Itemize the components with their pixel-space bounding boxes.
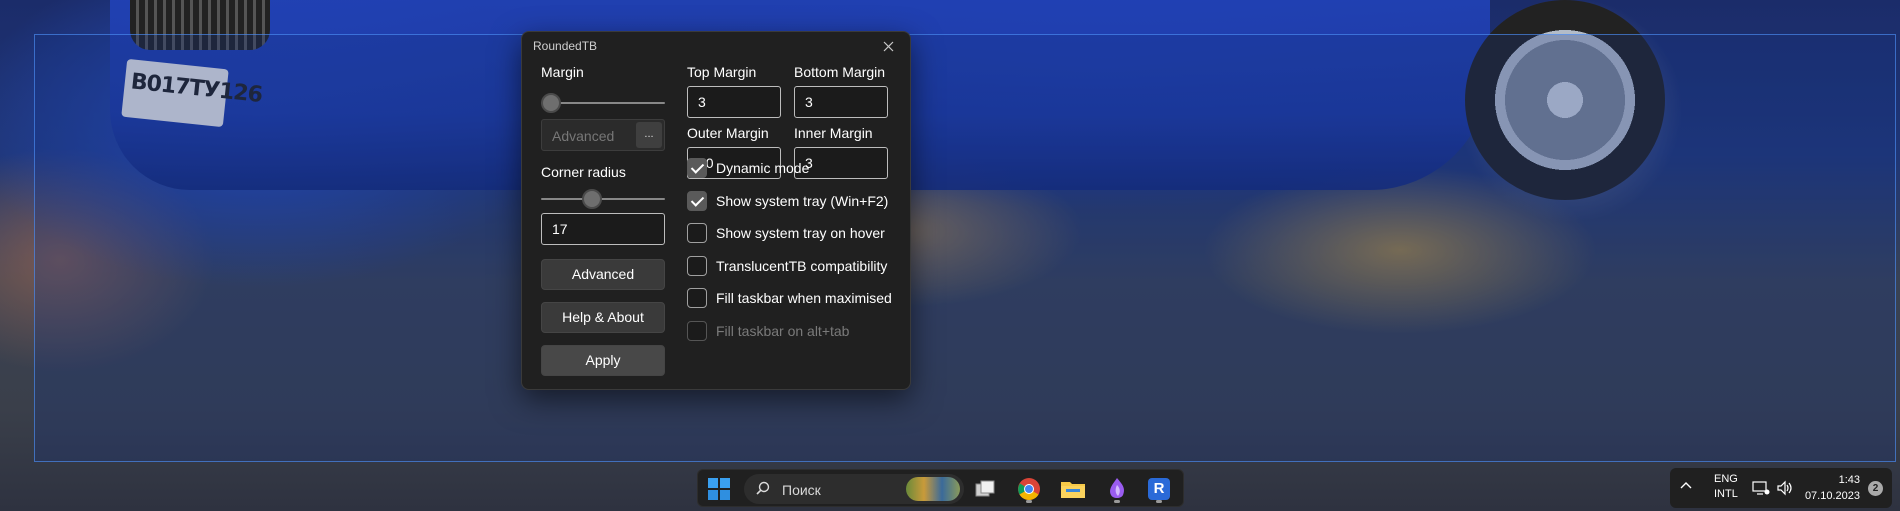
top-margin-label: Top Margin	[687, 64, 757, 80]
bottom-margin-input[interactable]: 3	[794, 86, 888, 118]
option-checkbox	[687, 321, 707, 341]
start-icon	[708, 478, 730, 500]
option-label: Fill taskbar when maximised	[716, 290, 892, 306]
bottom-margin-label: Bottom Margin	[794, 64, 886, 80]
advanced-margin-field: Advanced ...	[541, 119, 665, 151]
option-checkbox[interactable]	[687, 223, 707, 243]
dialog-title: RoundedTB	[533, 39, 598, 53]
option-checkbox[interactable]	[687, 191, 707, 211]
advanced-button[interactable]: Advanced	[541, 259, 665, 290]
taskbar-roundedtb[interactable]: R	[1144, 474, 1174, 504]
corner-radius-label: Corner radius	[541, 164, 626, 180]
close-icon	[883, 41, 893, 51]
option-checkbox[interactable]	[687, 288, 707, 308]
notification-badge[interactable]: 2	[1868, 481, 1883, 496]
running-indicator	[1026, 500, 1032, 503]
roundedtb-icon: R	[1148, 478, 1170, 500]
close-button[interactable]	[874, 34, 902, 58]
top-margin-input[interactable]: 3	[687, 86, 781, 118]
inner-margin-label: Inner Margin	[794, 125, 873, 141]
option-checkbox[interactable]	[687, 256, 707, 276]
corner-radius-input[interactable]: 17	[541, 213, 665, 245]
taskbar: Поиск R	[697, 469, 1184, 507]
slider-thumb[interactable]	[541, 93, 561, 113]
corner-radius-slider[interactable]	[541, 189, 665, 209]
slider-thumb[interactable]	[581, 189, 602, 209]
clock-date: 07.10.2023	[1804, 490, 1860, 502]
task-view-icon	[975, 480, 995, 497]
clock-time: 1:43	[1838, 474, 1860, 486]
option-label: Show system tray on hover	[716, 225, 885, 241]
clock[interactable]: 1:43 07.10.2023	[1802, 472, 1860, 504]
language-line2: INTL	[1714, 488, 1738, 500]
slider-track	[541, 198, 665, 200]
running-indicator	[1156, 500, 1162, 503]
purple-app-icon	[1110, 478, 1125, 498]
chrome-icon	[1018, 478, 1040, 500]
option-label: TranslucentTB compatibility	[716, 258, 888, 274]
roundedtb-dialog: RoundedTB Margin Advanced ... Corner rad…	[521, 31, 911, 390]
chevron-up-icon[interactable]	[1680, 480, 1692, 492]
option-label: Fill taskbar on alt+tab	[716, 323, 850, 339]
option-label: Show system tray (Win+F2)	[716, 193, 889, 209]
task-view-button[interactable]	[970, 474, 1000, 504]
system-tray: ENG INTL 1:43 07.10.2023 2	[1670, 468, 1892, 508]
running-indicator	[1114, 500, 1120, 503]
taskbar-preview-overlay	[34, 34, 1896, 462]
taskbar-file-explorer[interactable]	[1058, 474, 1088, 504]
option-checkbox[interactable]	[687, 158, 707, 178]
dialog-titlebar[interactable]: RoundedTB	[522, 32, 910, 60]
outer-margin-label: Outer Margin	[687, 125, 769, 141]
volume-icon[interactable]	[1776, 480, 1794, 496]
file-explorer-icon	[1061, 482, 1085, 498]
taskbar-purple-app[interactable]	[1102, 474, 1132, 504]
advanced-margin-dots-button[interactable]: ...	[636, 122, 662, 148]
language-indicator[interactable]: ENG INTL	[1714, 472, 1738, 502]
language-line1: ENG	[1714, 473, 1738, 485]
taskbar-chrome[interactable]	[1014, 474, 1044, 504]
margin-label: Margin	[541, 64, 584, 80]
search-placeholder: Поиск	[782, 482, 821, 498]
start-button[interactable]	[704, 474, 734, 504]
margin-slider[interactable]	[541, 93, 665, 113]
option-label: Dynamic mode	[716, 160, 810, 176]
search-highlight-image	[906, 477, 960, 501]
network-icon[interactable]	[1752, 480, 1770, 496]
advanced-margin-placeholder: Advanced	[552, 128, 615, 144]
taskbar-search[interactable]: Поиск	[744, 474, 964, 504]
help-about-button[interactable]: Help & About	[541, 302, 665, 333]
search-icon	[756, 481, 770, 495]
apply-button[interactable]: Apply	[541, 345, 665, 376]
